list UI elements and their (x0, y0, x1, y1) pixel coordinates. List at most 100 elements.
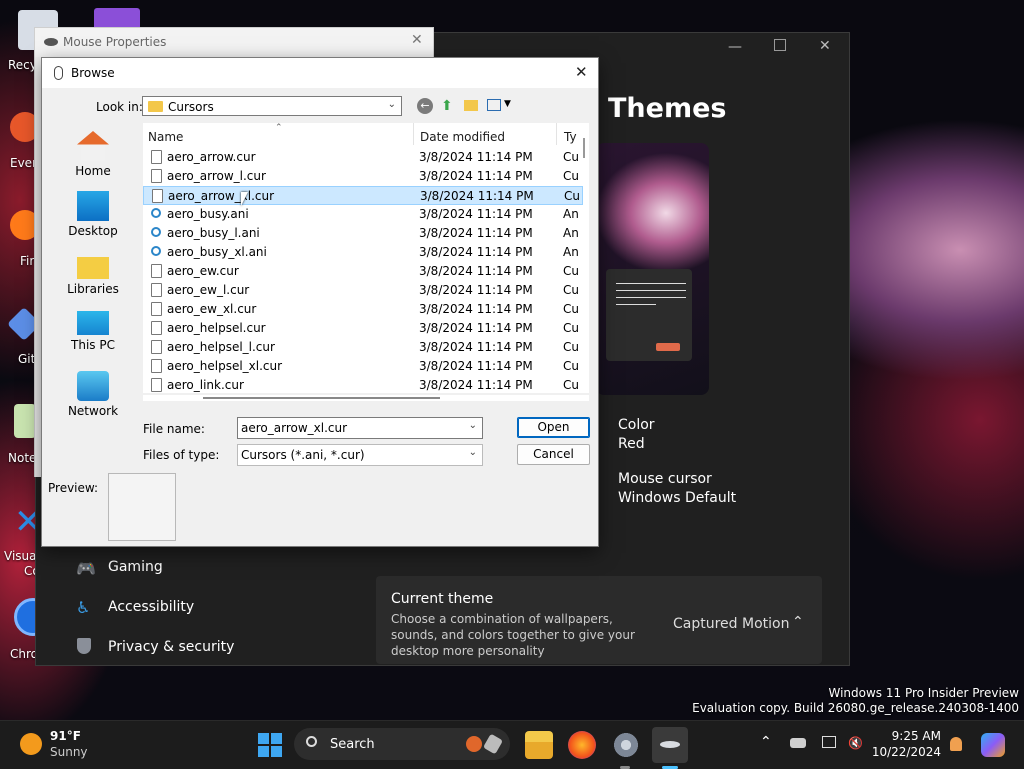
clock-date[interactable]: 10/22/2024 (866, 745, 941, 759)
monitor-icon[interactable] (822, 736, 836, 748)
maximize-icon[interactable] (774, 39, 786, 51)
copilot-icon[interactable] (981, 733, 1005, 757)
file-name-label: File name: (143, 422, 205, 436)
place-home[interactable]: Home (50, 131, 136, 178)
shield-icon (77, 638, 91, 654)
volume-muted-icon[interactable]: 🔇 (848, 736, 863, 750)
taskbar: 91°F Sunny Search ⌃ 🔇 9:25 AM 10/22/2024 (0, 720, 1024, 769)
chevron-down-icon[interactable]: ▼ (504, 99, 511, 109)
file-name: aero_busy_l.ani (167, 226, 260, 240)
file-date: 3/8/2024 11:14 PM (419, 283, 533, 297)
color-value[interactable]: Red (618, 436, 645, 452)
minimize-icon[interactable]: — (728, 39, 742, 55)
cloud-icon[interactable] (790, 738, 806, 748)
preview-label: Preview: (48, 481, 99, 495)
file-date: 3/8/2024 11:14 PM (420, 189, 534, 203)
nav-item-accessibility[interactable]: Accessibility (108, 599, 194, 615)
file-type: Cu (563, 340, 579, 354)
preview-box (108, 473, 176, 541)
current-theme-card[interactable]: Current theme Choose a combination of wa… (376, 576, 822, 664)
file-name-input[interactable]: aero_arrow_xl.cur ⌄ (237, 417, 483, 439)
weather-desc[interactable]: Sunny (50, 745, 88, 759)
close-icon[interactable]: ✕ (819, 38, 831, 54)
cursor-file-icon (151, 378, 162, 392)
file-row[interactable]: aero_ew_xl.cur 3/8/2024 11:14 PM Cu (143, 300, 583, 319)
sun-icon[interactable] (20, 733, 42, 755)
cursor-file-icon (151, 321, 162, 335)
settings-gear-icon[interactable] (612, 731, 640, 759)
view-menu-icon[interactable] (487, 99, 501, 111)
column-header-date[interactable]: Date modified (420, 130, 505, 144)
search-label: Search (330, 737, 375, 752)
file-row[interactable]: aero_link.cur 3/8/2024 11:14 PM Cu (143, 376, 583, 393)
chevron-down-icon: ⌄ (468, 420, 477, 431)
file-row[interactable]: aero_busy_l.ani 3/8/2024 11:14 PM An (143, 224, 583, 243)
watermark-line2: Evaluation copy. Build 26080.ge_release.… (692, 701, 1019, 715)
chevron-up-icon[interactable]: ⌃ (760, 734, 772, 750)
place-label: Libraries (67, 282, 119, 296)
mouse-properties-taskbar-icon[interactable] (652, 727, 688, 763)
column-header-type[interactable]: Ty (564, 130, 577, 144)
place-libraries[interactable]: Libraries (50, 251, 136, 296)
place-desktop[interactable]: Desktop (50, 191, 136, 238)
places-bar: Home Desktop Libraries This PC Network (50, 123, 136, 455)
notepad-icon[interactable] (14, 404, 36, 438)
look-in-dropdown[interactable]: Cursors ⌄ (142, 96, 402, 116)
file-row[interactable]: aero_helpsel.cur 3/8/2024 11:14 PM Cu (143, 319, 583, 338)
file-list[interactable]: ⌃ Name Date modified Ty aero_arrow.cur 3/… (143, 123, 589, 393)
files-of-type-dropdown[interactable]: Cursors (*.ani, *.cur) ⌄ (237, 444, 483, 466)
mouse-cursor-value[interactable]: Windows Default (618, 490, 736, 506)
dialog-title: Browse (71, 66, 115, 80)
desktop-icon-label: Ever (10, 156, 37, 170)
file-type: Cu (563, 359, 579, 373)
dialog-titlebar: Browse ✕ (42, 58, 598, 88)
file-row[interactable]: aero_arrow_xl.cur 3/8/2024 11:14 PM Cu (143, 186, 583, 205)
search-icon (306, 736, 317, 747)
mouse-pointer-icon (241, 192, 248, 206)
new-folder-icon[interactable] (464, 100, 478, 111)
file-name: aero_arrow_l.cur (167, 169, 266, 183)
file-row[interactable]: aero_busy_xl.ani 3/8/2024 11:14 PM An (143, 243, 583, 262)
cursor-file-icon (151, 302, 162, 316)
file-date: 3/8/2024 11:14 PM (419, 169, 533, 183)
file-date: 3/8/2024 11:14 PM (419, 321, 533, 335)
cursor-file-icon (151, 359, 162, 373)
nav-item-gaming[interactable]: Gaming (108, 559, 163, 575)
file-row[interactable]: aero_arrow_l.cur 3/8/2024 11:14 PM Cu (143, 167, 583, 186)
animated-cursor-file-icon (151, 227, 161, 237)
racket-icon (482, 733, 504, 755)
file-row[interactable]: aero_busy.ani 3/8/2024 11:14 PM An (143, 205, 583, 224)
clock-time[interactable]: 9:25 AM (879, 729, 941, 743)
current-theme-value: Captured Motion (673, 616, 790, 632)
file-name: aero_helpsel_xl.cur (167, 359, 283, 373)
file-explorer-icon[interactable] (525, 731, 553, 759)
open-button[interactable]: Open (517, 417, 590, 438)
column-header-name[interactable]: Name (148, 130, 183, 144)
file-row[interactable]: aero_helpsel_xl.cur 3/8/2024 11:14 PM Cu (143, 357, 583, 376)
place-network[interactable]: Network (50, 371, 136, 418)
start-icon[interactable] (258, 733, 282, 757)
close-icon[interactable]: ✕ (575, 63, 588, 81)
nav-item-privacy-security[interactable]: Privacy & security (108, 639, 234, 655)
file-row[interactable]: aero_ew.cur 3/8/2024 11:14 PM Cu (143, 262, 583, 281)
close-icon[interactable]: ✕ (411, 32, 423, 48)
file-row[interactable]: aero_helpsel_l.cur 3/8/2024 11:14 PM Cu (143, 338, 583, 357)
up-folder-icon[interactable]: ⬆ (441, 98, 453, 114)
horizontal-scrollbar[interactable] (203, 397, 440, 399)
cancel-button[interactable]: Cancel (517, 444, 590, 465)
current-theme-title: Current theme (391, 591, 494, 607)
back-icon[interactable]: ← (417, 98, 433, 114)
desktop-icon-label: Git (18, 352, 36, 366)
basketball-icon (466, 736, 482, 752)
chevron-up-icon[interactable]: ⌃ (792, 614, 804, 630)
file-row[interactable]: aero_ew_l.cur 3/8/2024 11:14 PM Cu (143, 281, 583, 300)
file-type: Cu (563, 150, 579, 164)
vertical-scrollbar[interactable] (583, 138, 585, 158)
place-this-pc[interactable]: This PC (50, 311, 136, 352)
file-row[interactable]: aero_arrow.cur 3/8/2024 11:14 PM Cu (143, 148, 583, 167)
firefox-icon[interactable] (568, 731, 596, 759)
search-box[interactable]: Search (294, 728, 510, 760)
color-label: Color (618, 417, 655, 433)
notification-bell-icon[interactable] (950, 737, 962, 751)
weather-temp[interactable]: 91°F (50, 729, 81, 743)
